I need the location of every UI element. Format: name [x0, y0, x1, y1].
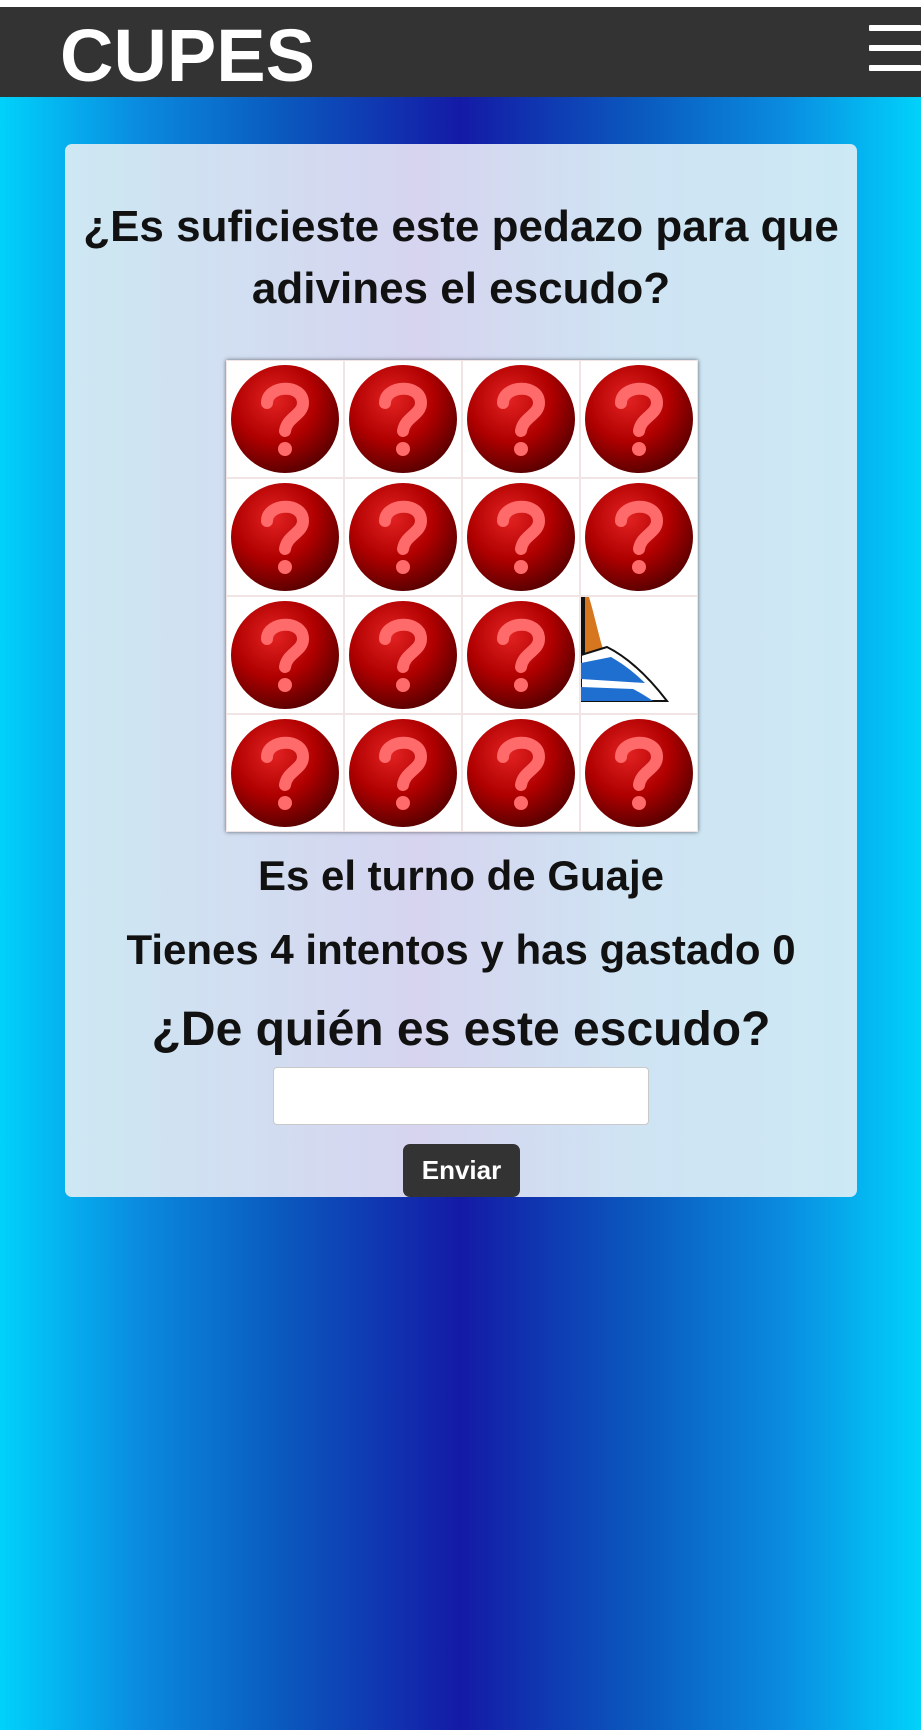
question-mark-icon	[231, 601, 339, 709]
question-mark-icon	[467, 365, 575, 473]
question-mark-icon	[349, 719, 457, 827]
question-mark-icon	[585, 483, 693, 591]
hidden-tile[interactable]	[462, 478, 580, 596]
answer-input[interactable]	[273, 1067, 649, 1125]
question-mark-icon	[231, 365, 339, 473]
crest-fragment-image	[581, 597, 697, 713]
turn-text: Es el turno de Guaje	[257, 852, 665, 899]
hidden-tile[interactable]	[462, 360, 580, 478]
question-mark-icon	[231, 719, 339, 827]
hidden-tile[interactable]	[344, 596, 462, 714]
hidden-tile[interactable]	[226, 714, 344, 832]
status-strip	[0, 0, 921, 7]
hidden-tile[interactable]	[580, 714, 698, 832]
question-mark-icon	[349, 365, 457, 473]
hidden-tile[interactable]	[226, 360, 344, 478]
question-mark-icon	[349, 483, 457, 591]
menu-line	[869, 25, 921, 31]
hidden-tile[interactable]	[462, 596, 580, 714]
revealed-crest-tile[interactable]	[580, 596, 698, 714]
hidden-tile[interactable]	[462, 714, 580, 832]
hidden-tile[interactable]	[226, 478, 344, 596]
menu-line	[869, 65, 921, 71]
answer-prompt: ¿De quién es este escudo?	[151, 1003, 771, 1056]
question-mark-icon	[585, 719, 693, 827]
hidden-tile[interactable]	[580, 478, 698, 596]
menu-line	[869, 45, 921, 51]
hidden-tile[interactable]	[344, 360, 462, 478]
question-mark-icon	[467, 601, 575, 709]
question-mark-icon	[231, 483, 339, 591]
hidden-tile[interactable]	[580, 360, 698, 478]
site-logo[interactable]: CUPES	[60, 19, 315, 93]
question-mark-icon	[585, 365, 693, 473]
question-mark-icon	[349, 601, 457, 709]
hidden-tile[interactable]	[344, 714, 462, 832]
attempts-text: Tienes 4 intentos y has gastado 0	[126, 926, 796, 973]
question-title: ¿Es suficieste este pedazo para que adiv…	[83, 202, 839, 313]
hamburger-menu-icon[interactable]	[861, 17, 921, 77]
submit-button[interactable]: Enviar	[403, 1144, 520, 1197]
hidden-tile[interactable]	[344, 478, 462, 596]
hidden-tile[interactable]	[226, 596, 344, 714]
question-mark-icon	[467, 719, 575, 827]
puzzle-grid	[226, 360, 698, 832]
top-bar: CUPES	[0, 7, 921, 97]
game-card: ¿Es suficieste este pedazo para que adiv…	[65, 144, 857, 1197]
question-mark-icon	[467, 483, 575, 591]
